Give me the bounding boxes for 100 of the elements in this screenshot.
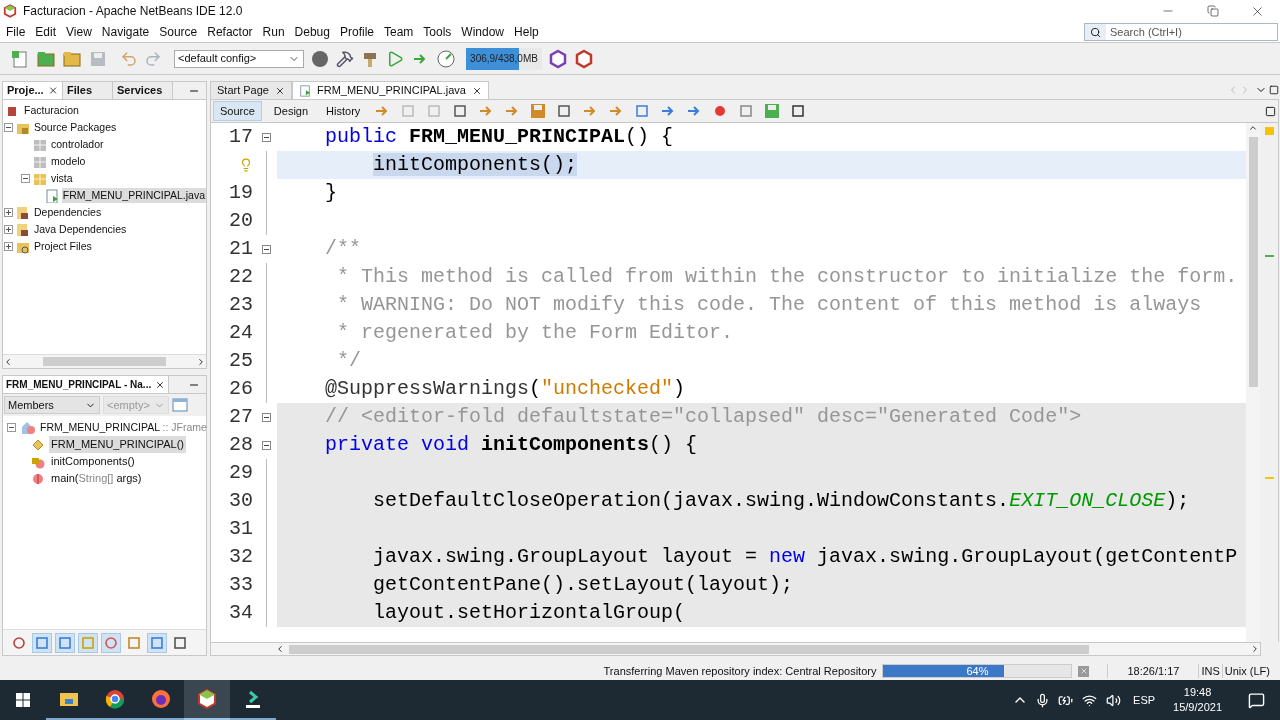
vertical-scrollbar[interactable] (1246, 123, 1260, 642)
line-number: 26 (229, 379, 253, 399)
editor-tab[interactable]: Start Page (210, 81, 292, 99)
view-tab[interactable]: History (320, 101, 367, 121)
navigator-filter-button[interactable] (147, 632, 167, 653)
profile-icon[interactable] (436, 48, 456, 69)
package-icon (33, 171, 47, 186)
member-item[interactable]: FRM_MENU_PRINCIPAL() (49, 436, 187, 453)
fold-toggle[interactable] (261, 244, 271, 254)
tree-item[interactable]: Source Packages (33, 119, 118, 136)
cancel-icon[interactable] (1078, 665, 1090, 677)
run-icon[interactable] (386, 49, 404, 68)
taskbar-button[interactable] (184, 680, 230, 720)
scroll-up-icon[interactable] (1248, 123, 1258, 133)
close-icon[interactable] (275, 85, 285, 96)
panel-tab[interactable]: Proje... (3, 82, 63, 99)
panel-tab[interactable]: Files (63, 82, 113, 99)
code-text: * WARNING: Do NOT modify this code. The content of this method is always (336, 293, 1202, 316)
line-number: 21 (229, 239, 253, 259)
package-icon (33, 137, 47, 152)
menu-item[interactable]: Profile (336, 23, 378, 41)
expand-toggle[interactable] (3, 242, 13, 251)
gc-icon[interactable] (548, 48, 568, 69)
library-icon (16, 222, 30, 237)
tree-item[interactable]: Dependencies (33, 204, 103, 221)
editor-tab[interactable]: FRM_MENU_PRINCIPAL.java (292, 81, 489, 99)
java-file-icon (44, 188, 59, 203)
panel-tab[interactable]: FRM_MENU_PRINCIPAL - Na... (3, 376, 170, 393)
clock[interactable]: 19:48 15/9/2021 (1163, 685, 1232, 715)
menu-item[interactable]: Refactor (203, 23, 257, 41)
build-icon[interactable] (336, 49, 354, 68)
menu-item[interactable]: Source (155, 23, 202, 41)
java-file-icon (299, 84, 311, 97)
collapse-toggle[interactable] (3, 123, 13, 132)
language-indicator[interactable]: ESP (1125, 691, 1164, 709)
new-file-icon[interactable] (10, 48, 30, 69)
line-number: 30 (229, 491, 253, 511)
close-icon[interactable] (155, 379, 166, 390)
firefox-app-icon (149, 687, 173, 711)
line-number: 29 (229, 463, 253, 483)
expand-toggle[interactable] (3, 208, 13, 217)
fold-toggle[interactable] (261, 440, 271, 450)
tree-item[interactable]: FRM_MENU_PRINCIPAL.java (61, 187, 206, 204)
hint-bulb-icon[interactable] (239, 158, 253, 172)
collapse-toggle[interactable] (7, 423, 16, 432)
tree-item[interactable]: Project Files (33, 238, 93, 255)
code-text: layout.setHorizontalGroup( (372, 601, 686, 624)
caret-position: 18:26/1:17 (1126, 663, 1181, 679)
horizontal-scrollbar[interactable] (210, 642, 1261, 656)
scroll-right-icon[interactable] (1250, 644, 1260, 654)
members-dropdown[interactable]: Members (4, 396, 100, 414)
panel-tab[interactable]: Services (113, 82, 173, 99)
menu-item[interactable]: Help (510, 23, 543, 41)
fold-toggle[interactable] (261, 132, 271, 142)
menu-item[interactable]: Navigate (97, 23, 154, 41)
expand-toggle[interactable] (3, 225, 13, 234)
view-tab[interactable]: Design (267, 101, 315, 121)
tree-item[interactable]: Java Dependencies (33, 221, 128, 238)
code-text: "unchecked" (541, 377, 674, 400)
code-text: FRM_MENU_PRINCIPAL (409, 125, 626, 148)
view-tab[interactable]: Source (213, 101, 262, 121)
code-text: private void (324, 433, 471, 456)
scroll-left-icon[interactable] (3, 356, 13, 367)
menu-item[interactable]: File (2, 23, 30, 41)
tree-item[interactable]: controlador (50, 136, 105, 153)
navigator-filter-button[interactable] (32, 632, 52, 653)
close-icon[interactable] (471, 85, 482, 96)
tree-item[interactable]: vista (50, 170, 74, 187)
menu-item[interactable]: Tools (419, 23, 456, 41)
menu-item[interactable]: Debug (290, 23, 334, 41)
menu-item[interactable]: Team (380, 23, 418, 41)
menu-item[interactable]: View (62, 23, 96, 41)
split-icon[interactable] (1265, 105, 1276, 117)
fold-toggle[interactable] (261, 412, 271, 422)
tree-item[interactable]: Facturacion (23, 102, 80, 119)
line-number: 17 (229, 127, 253, 147)
code-text: * This method is called from within the constructor to initialize the form. (336, 265, 1238, 288)
config-dropdown[interactable]: <default config> (174, 49, 304, 68)
horizontal-scrollbar[interactable] (3, 354, 206, 368)
member-item[interactable]: initComponents() (49, 453, 137, 470)
menu-item[interactable]: Window (457, 23, 509, 41)
line-number: 28 (229, 435, 253, 455)
class-icon (20, 420, 36, 435)
member-item[interactable]: main(String[] args) (49, 470, 144, 487)
globe-icon[interactable] (310, 48, 330, 69)
snapshot-icon[interactable] (574, 48, 594, 69)
scroll-right-icon[interactable] (196, 356, 206, 367)
progress-reading: 64% (966, 663, 989, 679)
menu-item[interactable]: Run (258, 23, 289, 41)
scroll-left-icon[interactable] (275, 644, 285, 654)
tree-item[interactable]: modelo (50, 153, 87, 170)
line-number: 31 (229, 519, 253, 539)
navigator-filter-button[interactable] (101, 632, 121, 653)
undo-icon[interactable] (120, 49, 138, 68)
collapse-toggle[interactable] (20, 174, 30, 183)
code-text: * regenerated by the Form Editor. (336, 321, 734, 344)
window-icon[interactable] (172, 397, 188, 413)
navigator-filter-button[interactable] (55, 632, 75, 653)
menu-item[interactable]: Edit (31, 23, 61, 41)
code-text: ) (673, 377, 686, 400)
